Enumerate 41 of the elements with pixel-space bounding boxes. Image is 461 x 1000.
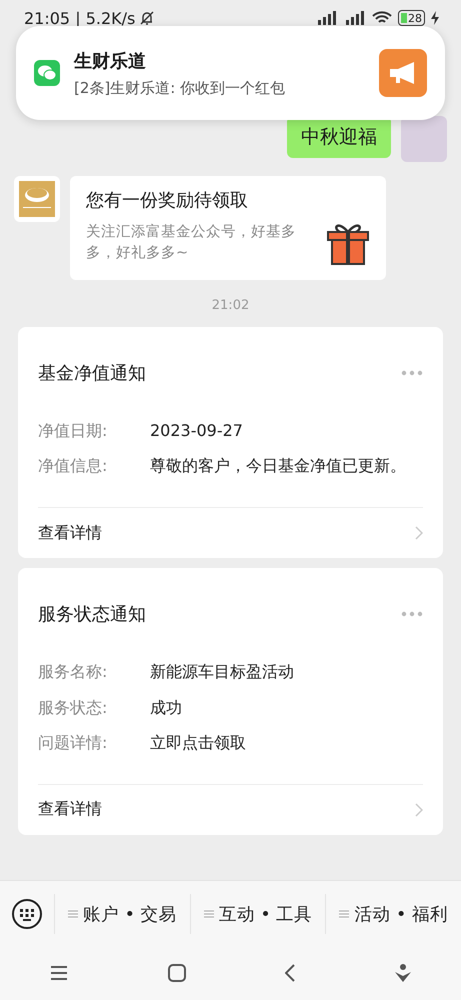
menu-tab[interactable]: 活动 • 福利 <box>326 894 461 934</box>
field-value: 尊敬的客户，今日基金净值已更新。 <box>150 455 407 478</box>
field-label: 服务状态: <box>38 696 108 719</box>
promo-text: 关注汇添富基金公众号，好基多多，好礼多多~ <box>86 222 297 263</box>
card-title: 服务状态通知 <box>38 603 146 626</box>
menu-tab[interactable]: 互动 • 工具 <box>190 894 326 934</box>
bell-off-icon <box>139 10 156 26</box>
back-icon[interactable] <box>285 964 296 982</box>
field-value: 成功 <box>150 696 183 719</box>
wifi-icon <box>372 11 392 25</box>
lines-icon <box>68 909 78 919</box>
timestamp: 21:02 <box>210 298 250 313</box>
keyboard-icon[interactable] <box>11 898 43 930</box>
field-label: 问题详情: <box>38 732 108 754</box>
menu-icon[interactable] <box>50 966 68 980</box>
signal-icon <box>316 11 338 25</box>
home-icon[interactable] <box>168 964 186 982</box>
promo-title: 您有一份奖励待领取 <box>86 189 249 212</box>
field-label: 净值日期: <box>38 420 108 442</box>
card-title: 基金净值通知 <box>38 362 146 385</box>
megaphone-icon <box>379 49 427 97</box>
field-label: 净值信息: <box>38 455 108 478</box>
field-value: 立即点击领取 <box>150 732 247 754</box>
lines-icon <box>339 909 350 919</box>
chat-app-icon <box>34 60 60 86</box>
field-label: 服务名称: <box>38 661 108 684</box>
notification-banner[interactable]: 生财乐道 [2条]生财乐道: 你收到一个红包 <box>16 26 445 120</box>
details-link[interactable]: 查看详情 <box>38 799 102 820</box>
chevron-right-icon <box>415 526 423 540</box>
field-value: 新能源车目标盈活动 <box>150 661 295 684</box>
chevron-right-icon <box>415 802 423 817</box>
notification-text: [2条]生财乐道: 你收到一个红包 <box>74 78 286 98</box>
menu-tab[interactable]: 账户 • 交易 <box>55 894 191 934</box>
lines-icon <box>204 909 214 919</box>
field-value: 2023-09-27 <box>150 420 244 442</box>
promo-card[interactable]: 您有一份奖励待领取 关注汇添富基金公众号，好基多多，好礼多多~ <box>70 176 386 280</box>
down-arrow-icon[interactable] <box>395 964 412 982</box>
notification-title: 生财乐道 <box>74 50 147 72</box>
details-link[interactable]: 查看详情 <box>38 522 102 544</box>
charging-icon <box>431 11 439 25</box>
signal-icon <box>344 11 366 25</box>
